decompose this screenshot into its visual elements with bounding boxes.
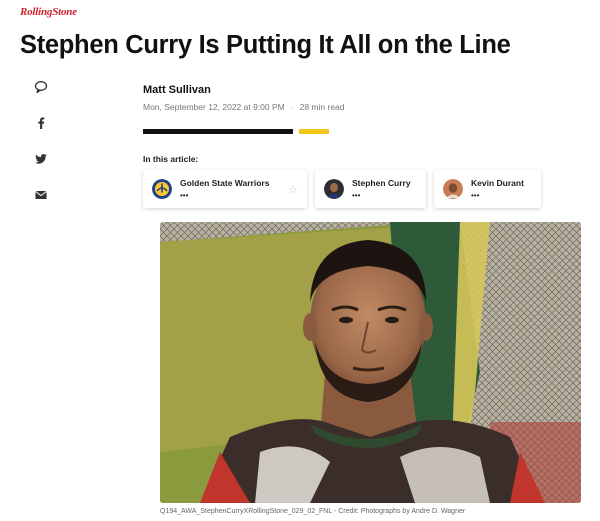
chip-menu-dots[interactable]: •••: [471, 192, 479, 200]
email-icon[interactable]: [30, 188, 52, 210]
meta-separator: ·: [290, 102, 294, 112]
facebook-icon[interactable]: [30, 116, 52, 138]
favorite-star-icon[interactable]: ☆: [288, 183, 298, 196]
reading-progress: [143, 129, 329, 134]
chip-menu-dots[interactable]: •••: [352, 192, 360, 200]
chip-menu-dots[interactable]: •••: [180, 192, 188, 200]
comment-icon[interactable]: [30, 80, 52, 102]
chip-kevin-durant[interactable]: Kevin Durant •••: [434, 170, 541, 208]
article-hero-image: [160, 222, 581, 503]
twitter-icon[interactable]: [30, 152, 52, 174]
progress-read: [143, 129, 293, 134]
entity-chips: Golden State Warriors ••• ☆ Stephen Curr…: [143, 170, 541, 208]
read-time: 28 min read: [299, 102, 345, 112]
progress-remaining: [299, 129, 329, 134]
chip-label: Stephen Curry: [352, 178, 411, 188]
in-article-label: In this article:: [143, 154, 199, 164]
article-title: Stephen Curry Is Putting It All on the L…: [20, 31, 511, 59]
image-caption: Q194_AWA_StephenCurryXRollingStone_029_0…: [160, 508, 466, 515]
rolling-stone-logo[interactable]: RollingStone: [20, 6, 77, 18]
publish-date: Mon, September 12, 2022 at 9:00 PM: [143, 102, 285, 112]
share-rail: [30, 80, 52, 224]
article-meta: Mon, September 12, 2022 at 9:00 PM · 28 mi…: [143, 102, 345, 112]
chip-label: Golden State Warriors: [180, 178, 270, 188]
warriors-logo-icon: [152, 179, 172, 199]
chip-stephen-curry[interactable]: Stephen Curry •••: [315, 170, 426, 208]
kevin-durant-avatar: [443, 179, 463, 199]
author-name[interactable]: Matt Sullivan: [143, 84, 211, 96]
article-page: RollingStone Stephen Curry Is Putting It…: [0, 0, 600, 521]
chip-golden-state-warriors[interactable]: Golden State Warriors ••• ☆: [143, 170, 307, 208]
chip-label: Kevin Durant: [471, 178, 524, 188]
stephen-curry-avatar: [324, 179, 344, 199]
